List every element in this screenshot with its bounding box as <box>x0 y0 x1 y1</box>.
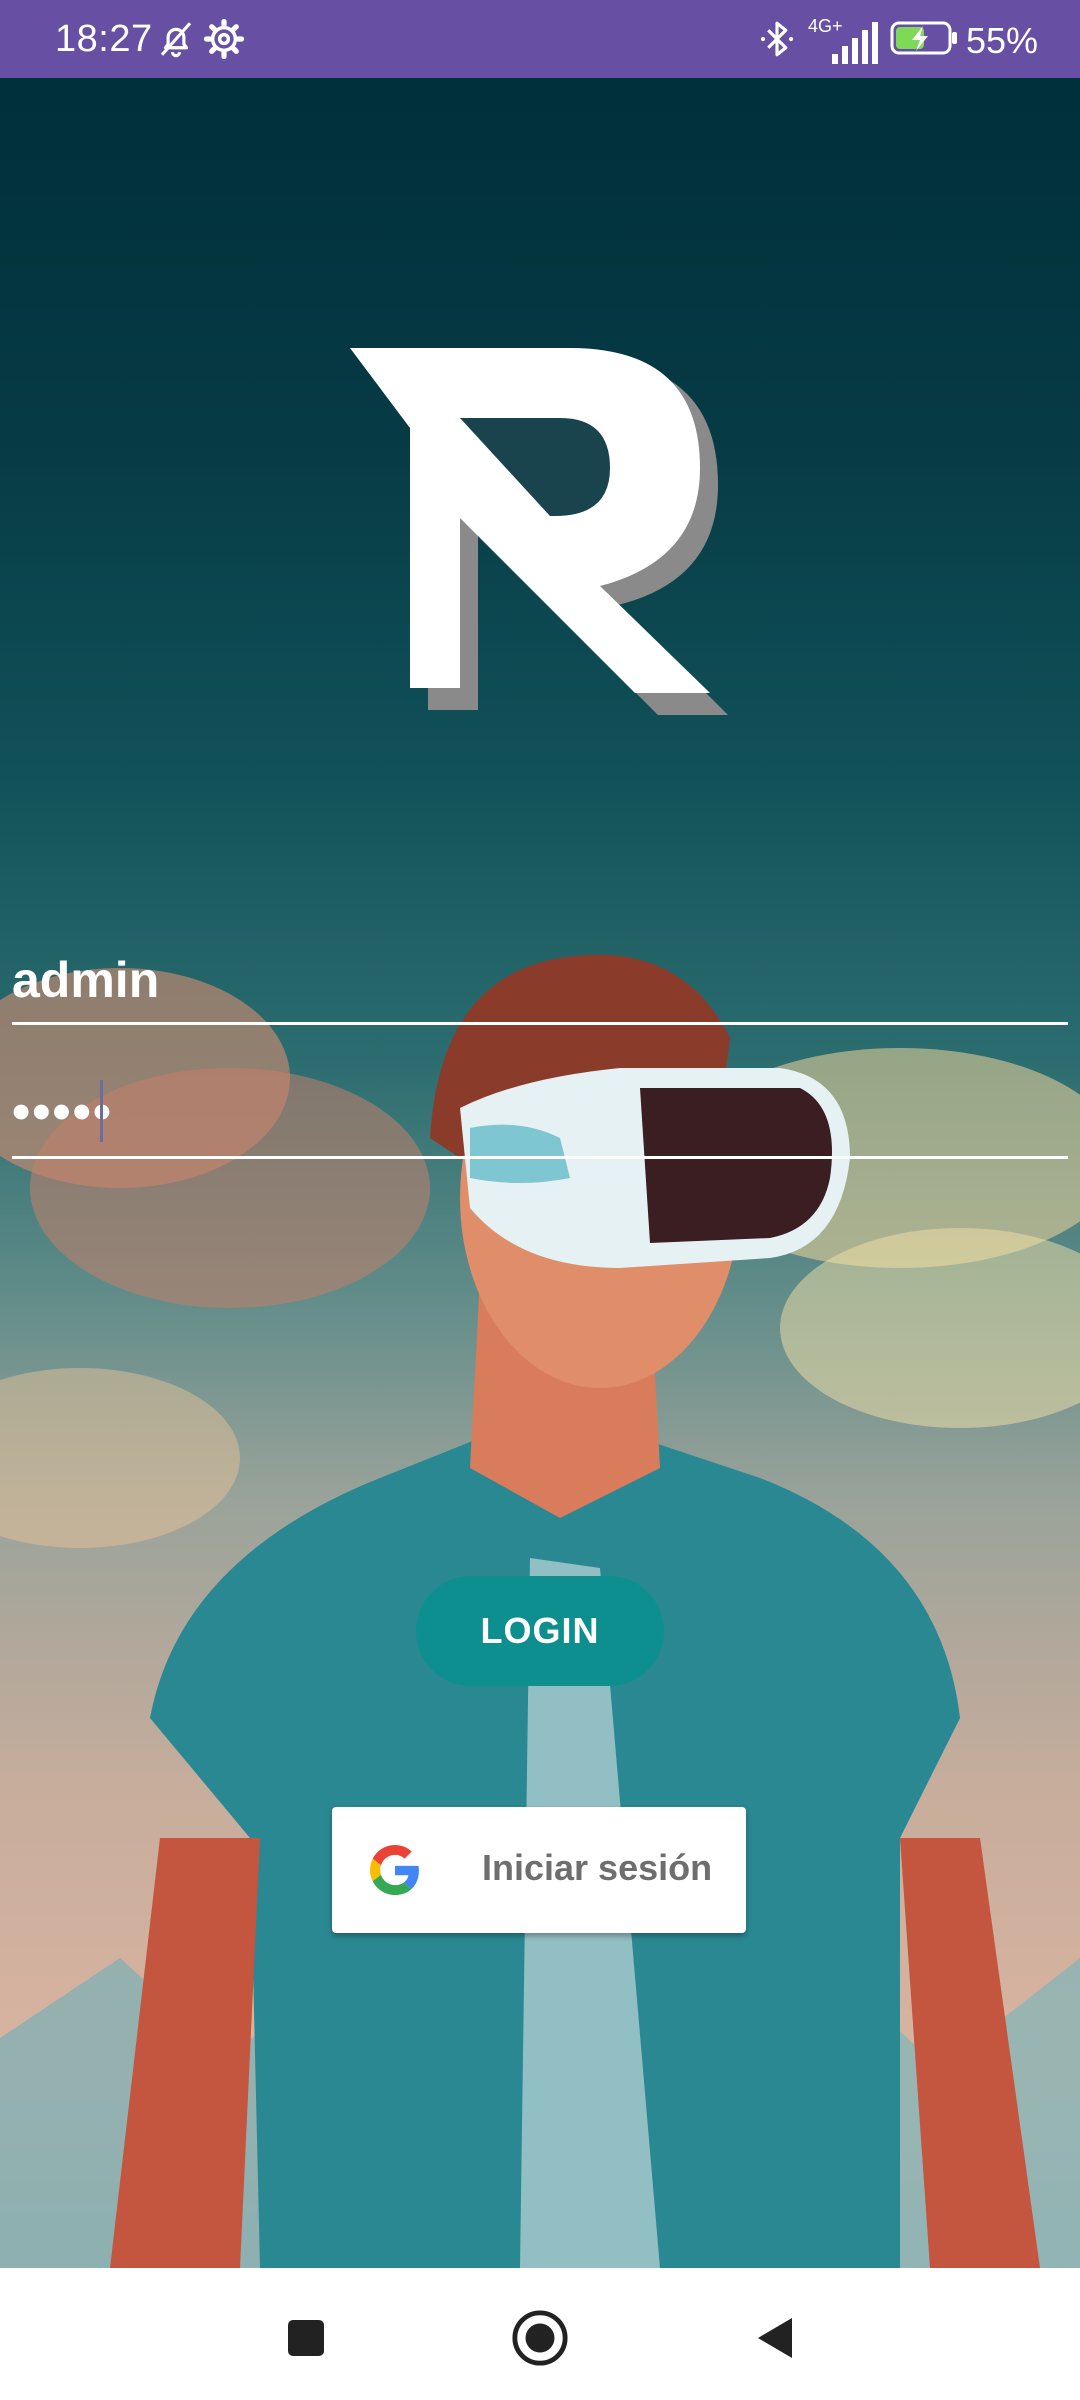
google-sign-in-button[interactable]: Iniciar sesión <box>332 1807 746 1933</box>
username-input[interactable] <box>12 938 1068 1022</box>
username-field[interactable] <box>12 938 1068 1025</box>
bell-off-icon <box>160 22 192 58</box>
password-input[interactable] <box>12 1068 1068 1156</box>
recents-square-icon <box>288 2320 324 2356</box>
back-triangle-icon <box>758 2318 792 2358</box>
navigation-bar <box>0 2268 1080 2400</box>
home-circle-icon <box>512 2310 568 2366</box>
status-time: 18:27 <box>55 18 153 60</box>
google-sign-in-label: Iniciar sesión <box>482 1847 713 1888</box>
bluetooth-icon <box>760 21 794 57</box>
login-button[interactable]: LOGIN <box>416 1576 664 1686</box>
login-screen: LOGIN Iniciar sesión <box>0 78 1080 2268</box>
signal-4g-icon: 4G+ <box>808 14 880 66</box>
back-button[interactable] <box>744 2308 804 2368</box>
battery-percentage: 55% <box>966 20 1039 61</box>
google-g-icon <box>370 1845 419 1895</box>
status-bar: 18:27 4G+ 55% <box>0 0 1080 78</box>
text-cursor <box>100 1080 103 1142</box>
home-button[interactable] <box>510 2308 570 2368</box>
app-logo <box>350 348 728 715</box>
battery-charging-icon <box>890 21 957 55</box>
recents-button[interactable] <box>276 2308 336 2368</box>
settings-gear-icon <box>203 18 245 60</box>
password-field[interactable] <box>12 1068 1068 1159</box>
